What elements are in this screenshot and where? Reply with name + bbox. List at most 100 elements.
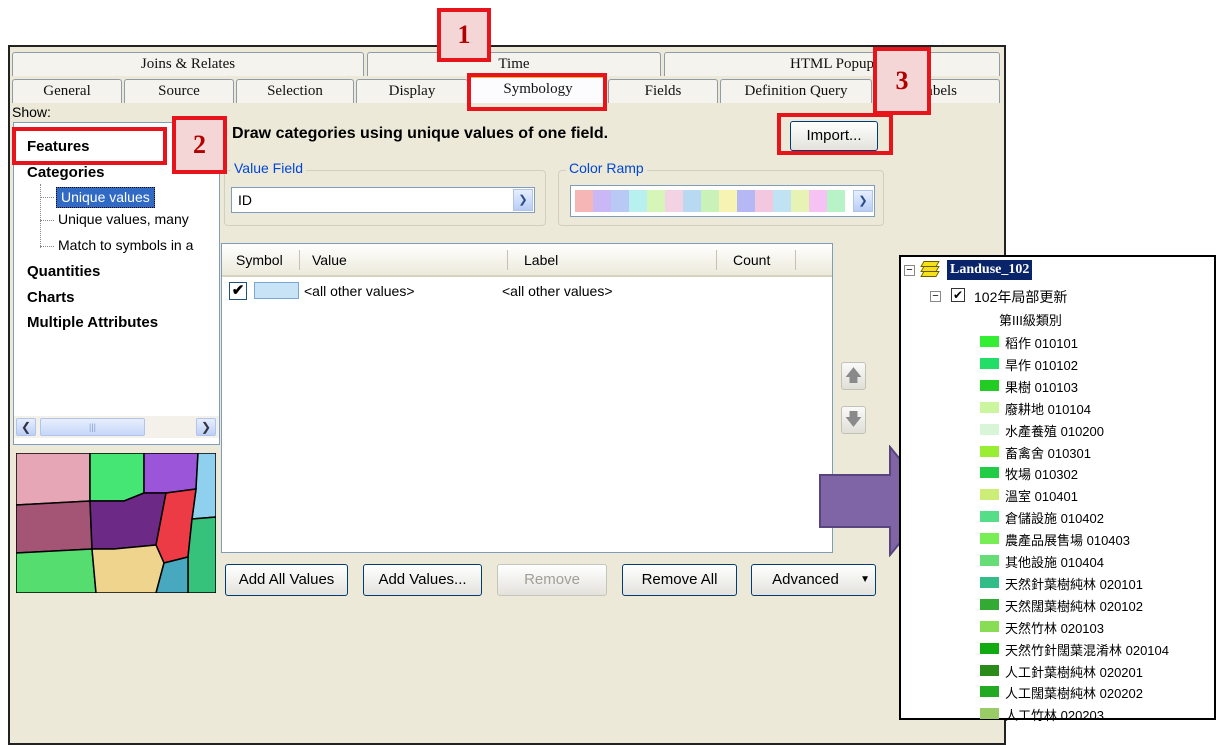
advanced-button[interactable]: Advanced ▼ <box>751 564 876 596</box>
color-ramp-swatch <box>593 190 611 212</box>
tab-selection[interactable]: Selection <box>236 79 354 103</box>
legend-item-label: 其他設施 010404 <box>1005 555 1104 570</box>
scroll-left-icon[interactable]: ❮ <box>16 418 36 436</box>
legend-item-label: 天然竹針闊葉混淆林 020104 <box>1005 642 1169 658</box>
color-ramp-swatch <box>629 190 647 212</box>
collapse-icon[interactable]: − <box>930 291 941 302</box>
header-divider <box>716 250 717 270</box>
remove-button[interactable]: Remove <box>497 564 607 596</box>
tab-html-popup[interactable]: HTML Popup <box>664 52 1000 76</box>
header-symbol[interactable]: Symbol <box>236 252 283 268</box>
highlight-import-button <box>777 113 893 155</box>
legend-item-label: 水產養殖 010200 <box>1005 423 1104 439</box>
sublayer-checkbox[interactable]: ✔ <box>951 288 965 302</box>
layer-stack-icon <box>920 261 940 277</box>
tab-definition-query[interactable]: Definition Query <box>720 79 872 103</box>
legend-item-label: 天然闊葉樹純林 020102 <box>1005 598 1143 614</box>
color-ramp-swatch <box>701 190 719 212</box>
legend-item-label: 農產品展售場 010403 <box>1005 533 1130 549</box>
dropdown-arrow-icon: ▼ <box>860 574 870 585</box>
chevron-down-icon[interactable]: ❯ <box>513 189 533 211</box>
row-label: <all other values> <box>502 283 613 299</box>
legend-item-label: 稻作 010101 <box>1005 336 1078 351</box>
move-down-button[interactable]: 🡇 <box>841 406 866 434</box>
header-value[interactable]: Value <box>312 252 347 268</box>
header-divider <box>299 250 300 270</box>
color-ramp-swatch <box>683 190 701 212</box>
legend-item-label: 畜禽舍 010301 <box>1005 445 1091 461</box>
tree-categories[interactable]: Categories <box>27 164 105 181</box>
row-checkbox[interactable]: ✔ <box>229 282 247 300</box>
add-all-values-button[interactable]: Add All Values <box>225 564 348 596</box>
remove-all-button[interactable]: Remove All <box>622 564 737 596</box>
row-symbol-swatch[interactable] <box>254 282 299 299</box>
legend-item-label: 倉儲設施 010402 <box>1005 511 1104 527</box>
tree-quantities[interactable]: Quantities <box>27 263 100 280</box>
tree-connector-h2 <box>40 220 54 221</box>
legend-item-label: 天然針葉樹純林 020101 <box>1005 576 1143 592</box>
legend-sublayer-name[interactable]: 102年局部更新 <box>974 287 1067 307</box>
header-divider <box>795 250 796 270</box>
scroll-thumb[interactable]: ||| <box>40 418 145 436</box>
header-label[interactable]: Label <box>524 252 558 268</box>
value-field-label: Value Field <box>231 160 307 176</box>
tree-charts[interactable]: Charts <box>27 289 75 306</box>
legend-item-label: 天然竹林 020103 <box>1005 620 1104 636</box>
legend-swatch <box>980 664 999 676</box>
legend-swatch <box>980 467 999 479</box>
preview-map <box>16 453 216 593</box>
legend-swatch <box>980 336 999 347</box>
tree-match-symbols[interactable]: Match to symbols in a <box>58 237 218 253</box>
legend-item-label: 人工針葉樹純林 020201 <box>1005 664 1143 680</box>
legend-swatch <box>980 642 999 654</box>
legend-swatch <box>980 423 999 435</box>
scroll-right-icon[interactable]: ❯ <box>196 418 216 436</box>
header-count[interactable]: Count <box>733 252 770 268</box>
tree-connector-line <box>40 184 41 248</box>
annotation-label-1: 1 <box>437 8 491 62</box>
draw-categories-heading: Draw categories using unique values of o… <box>232 125 609 142</box>
add-values-button[interactable]: Add Values... <box>363 564 482 596</box>
color-ramp-swatch <box>737 190 755 212</box>
tab-joins-relates[interactable]: Joins & Relates <box>12 52 364 76</box>
tree-connector-h3 <box>40 246 54 247</box>
legend-swatch <box>980 357 999 369</box>
legend-swatch <box>980 511 999 523</box>
collapse-icon[interactable]: − <box>904 265 915 276</box>
legend-item-label: 廢耕地 010104 <box>1005 401 1091 417</box>
advanced-label: Advanced <box>772 571 839 588</box>
tab-fields[interactable]: Fields <box>608 79 718 103</box>
move-up-button[interactable]: 🡅 <box>841 362 866 390</box>
legend-swatch <box>980 379 999 391</box>
color-ramp-swatch <box>809 190 827 212</box>
value-field-select[interactable]: ID ❯ <box>231 187 535 213</box>
annotation-label-3: 3 <box>873 47 931 115</box>
legend-item-label: 溫室 010401 <box>1005 489 1078 505</box>
color-ramp-swatch <box>773 190 791 212</box>
row-value: <all other values> <box>304 283 415 299</box>
tree-connector-h1 <box>40 197 54 198</box>
color-ramp-swatch <box>791 190 809 212</box>
annotation-label-2: 2 <box>172 116 227 174</box>
tab-general[interactable]: General <box>12 79 122 103</box>
tab-source[interactable]: Source <box>124 79 234 103</box>
tree-multiple-attributes[interactable]: Multiple Attributes <box>27 314 158 331</box>
tree-unique-values[interactable]: Unique values <box>56 187 155 208</box>
legend-swatch <box>980 445 999 457</box>
tree-unique-values-many[interactable]: Unique values, many <box>58 211 218 227</box>
color-ramp-swatch <box>827 190 845 212</box>
color-ramp-swatch <box>719 190 737 212</box>
legend-swatch <box>980 620 999 632</box>
legend-swatch <box>980 708 999 720</box>
legend-field-label: 第III級類別 <box>999 313 1062 328</box>
value-field-value: ID <box>238 192 252 208</box>
table-row[interactable]: ✔ <all other values> <all other values> <box>222 280 832 302</box>
tab-display[interactable]: Display <box>356 79 468 103</box>
legend-item-label: 人工闊葉樹純林 020202 <box>1005 686 1143 702</box>
color-ramp-select[interactable]: ❯ <box>570 185 875 217</box>
chevron-down-icon[interactable]: ❯ <box>853 190 873 212</box>
legend-layer-title[interactable]: Landuse_102 <box>947 260 1033 280</box>
color-ramp-swatch <box>611 190 629 212</box>
legend-swatch <box>980 686 999 698</box>
color-ramp-swatch <box>755 190 773 212</box>
